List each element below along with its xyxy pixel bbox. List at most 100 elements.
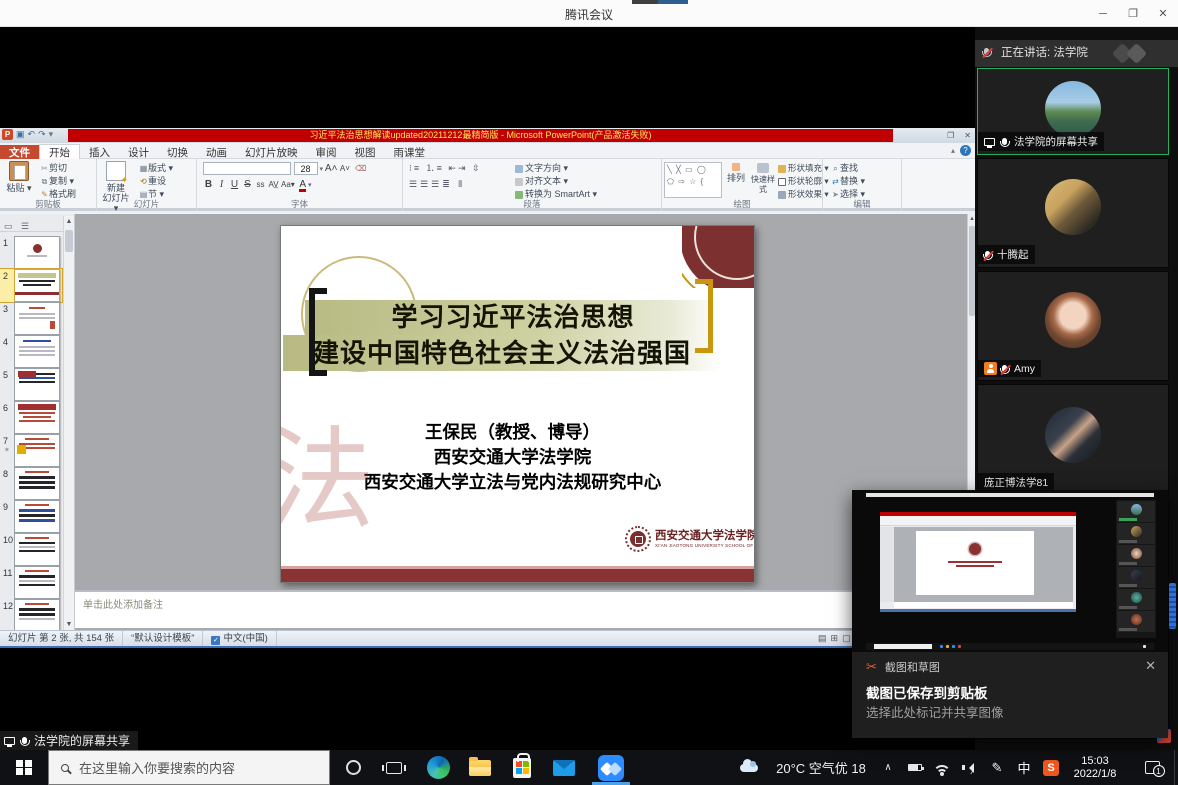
- taskbar-search[interactable]: 在这里输入你要搜索的内容: [48, 750, 330, 785]
- battery-button[interactable]: [902, 750, 928, 785]
- outline-tab-icon[interactable]: ☰: [21, 221, 29, 232]
- cut-button[interactable]: ✂剪切: [40, 162, 76, 175]
- decrease-indent-icon[interactable]: ⇤: [448, 163, 458, 173]
- close-icon[interactable]: ✕: [1148, 0, 1178, 27]
- strikethrough-icon[interactable]: S: [242, 178, 253, 191]
- increase-indent-icon[interactable]: ⇥: [458, 163, 468, 173]
- minimize-icon[interactable]: ─: [1088, 0, 1118, 27]
- sidebar-scrollbar-thumb[interactable]: [1169, 583, 1176, 629]
- reading-view-icon[interactable]: ▢: [842, 631, 851, 646]
- tray-expand-button[interactable]: ∧: [876, 750, 900, 785]
- scroll-up-icon[interactable]: ▲: [64, 216, 74, 227]
- underline-icon[interactable]: U: [229, 178, 240, 191]
- slide-thumbnail-12[interactable]: 12: [0, 599, 62, 632]
- grow-font-icon[interactable]: A˄: [325, 162, 338, 175]
- reset-button[interactable]: ⟲重设: [139, 175, 173, 188]
- slide-thumbnail-8[interactable]: 8: [0, 467, 62, 500]
- slide-thumbnail-5[interactable]: 5: [0, 368, 62, 401]
- save-icon[interactable]: ▣: [16, 129, 25, 140]
- font-name-combobox[interactable]: [203, 162, 291, 175]
- slides-tab-icon[interactable]: ▭: [4, 221, 13, 232]
- file-explorer-button[interactable]: [462, 750, 498, 785]
- bullets-icon[interactable]: ⁝≡: [409, 163, 421, 173]
- slide-thumbnail-4[interactable]: 4: [0, 335, 62, 368]
- start-button[interactable]: [0, 750, 48, 785]
- arrange-button[interactable]: 排列: [724, 161, 748, 183]
- toast-subtitle[interactable]: 选择此处标记并共享图像: [866, 702, 1004, 721]
- show-desktop-button[interactable]: [1174, 750, 1178, 785]
- restore-icon[interactable]: ❐: [1118, 0, 1148, 27]
- replace-button[interactable]: ⇄替换 ▾: [831, 175, 865, 188]
- thumbnail-scrollbar[interactable]: ▲ ▼: [63, 216, 74, 630]
- columns-icon[interactable]: ⫴: [458, 179, 465, 189]
- cortana-button[interactable]: [336, 750, 370, 785]
- slide-sorter-icon[interactable]: ⊞: [831, 631, 839, 646]
- sogou-button[interactable]: S: [1038, 750, 1064, 785]
- paste-button[interactable]: 粘贴 ▾: [2, 161, 36, 193]
- clear-formatting-icon[interactable]: ⌫: [355, 162, 364, 175]
- justify-icon[interactable]: ≣: [442, 179, 453, 189]
- font-size-combobox[interactable]: 28: [294, 162, 318, 175]
- change-case-icon[interactable]: Aa▾: [281, 178, 295, 191]
- text-direction-button[interactable]: 文字方向 ▾: [515, 162, 597, 175]
- slide-thumbnail-6[interactable]: 6: [0, 401, 62, 434]
- quick-styles-button[interactable]: 快速样式: [748, 161, 778, 195]
- notes-pane[interactable]: 单击此处添加备注: [75, 590, 967, 628]
- align-text-button[interactable]: 对齐文本 ▾: [515, 175, 597, 188]
- weather-button[interactable]: [736, 750, 762, 785]
- normal-view-icon[interactable]: ▤: [818, 631, 827, 646]
- redo-icon[interactable]: ↷: [38, 129, 46, 140]
- text-shadow-icon[interactable]: ss: [255, 178, 266, 191]
- align-left-icon[interactable]: ☰: [409, 179, 420, 189]
- italic-icon[interactable]: I: [216, 178, 227, 191]
- participant-tile-1[interactable]: 法学院的屏幕共享: [977, 68, 1169, 155]
- slide-thumbnail-7[interactable]: 7 ✶: [0, 434, 62, 467]
- help-icon[interactable]: ?: [960, 145, 971, 156]
- tab-home[interactable]: 开始: [39, 144, 80, 160]
- shape-outline-button[interactable]: 形状轮廓 ▾: [778, 175, 829, 188]
- qat-chevron-down-icon[interactable]: ▾: [49, 129, 54, 140]
- tencent-meeting-button[interactable]: [588, 750, 634, 785]
- scroll-down-icon[interactable]: ▼: [64, 619, 74, 630]
- numbering-icon[interactable]: ⒈≡: [426, 163, 444, 173]
- action-center-button[interactable]: 1: [1134, 750, 1170, 785]
- slide-thumbnail-11[interactable]: 11: [0, 566, 62, 599]
- wifi-button[interactable]: [928, 750, 956, 785]
- copy-button[interactable]: ⧉复制 ▾: [40, 175, 76, 188]
- slide-thumbnail-2-selected[interactable]: 2: [0, 269, 62, 302]
- volume-button[interactable]: ): [956, 750, 982, 785]
- toast-close-icon[interactable]: ✕: [1145, 658, 1156, 674]
- font-color-icon[interactable]: A: [299, 180, 306, 192]
- ppt-restore-icon[interactable]: ❐: [947, 131, 954, 140]
- clock[interactable]: 15:032022/1/8: [1064, 750, 1126, 785]
- task-view-button[interactable]: [376, 750, 412, 785]
- ppt-close-icon[interactable]: ✕: [964, 131, 971, 140]
- edge-button[interactable]: [420, 750, 456, 785]
- slide-thumbnail-9[interactable]: 9: [0, 500, 62, 533]
- ribbon-collapse-icon[interactable]: ▴: [951, 146, 955, 155]
- align-right-icon[interactable]: ☰: [431, 179, 442, 189]
- character-spacing-icon[interactable]: AV̲: [268, 178, 279, 191]
- scrollbar-thumb[interactable]: [65, 230, 73, 252]
- slide-thumbnail-10[interactable]: 10: [0, 533, 62, 566]
- find-button[interactable]: ⌕查找: [831, 162, 865, 175]
- slide-thumbnail-3[interactable]: 3: [0, 302, 62, 335]
- quick-access-toolbar[interactable]: P ▣ ↶ ↷ ▾: [2, 129, 53, 140]
- screenshot-thumbnail[interactable]: [852, 490, 1168, 652]
- store-button[interactable]: [504, 750, 540, 785]
- undo-icon[interactable]: ↶: [28, 129, 36, 140]
- ime-button[interactable]: 中: [1012, 750, 1036, 785]
- slide-thumbnail-1[interactable]: 1: [0, 236, 62, 269]
- participant-tile-3[interactable]: Amy: [977, 271, 1169, 381]
- layout-button[interactable]: ▦版式 ▾: [139, 162, 173, 175]
- weather-text[interactable]: 20°C 空气优 18: [762, 750, 872, 785]
- shape-fill-button[interactable]: 形状填充 ▾: [778, 162, 829, 175]
- shrink-font-icon[interactable]: A˅: [339, 162, 350, 175]
- participant-tile-2[interactable]: 十腾起: [977, 158, 1169, 268]
- align-center-icon[interactable]: ☰: [420, 179, 431, 189]
- bold-icon[interactable]: B: [203, 178, 214, 191]
- slide-canvas[interactable]: 学习习近平法治思想 建设中国特色社会主义法治强国 王保民（教授、博导） 西安交通…: [280, 225, 755, 583]
- shapes-gallery[interactable]: ╲ ╳ ▭ ◯⬠ ⇨ ☆ {: [664, 162, 722, 198]
- snip-sketch-toast[interactable]: ✂ 截图和草图 ✕ 截图已保存到剪贴板 选择此处标记并共享图像: [852, 490, 1168, 738]
- participant-tile-4[interactable]: 庞正博法学81: [977, 384, 1169, 496]
